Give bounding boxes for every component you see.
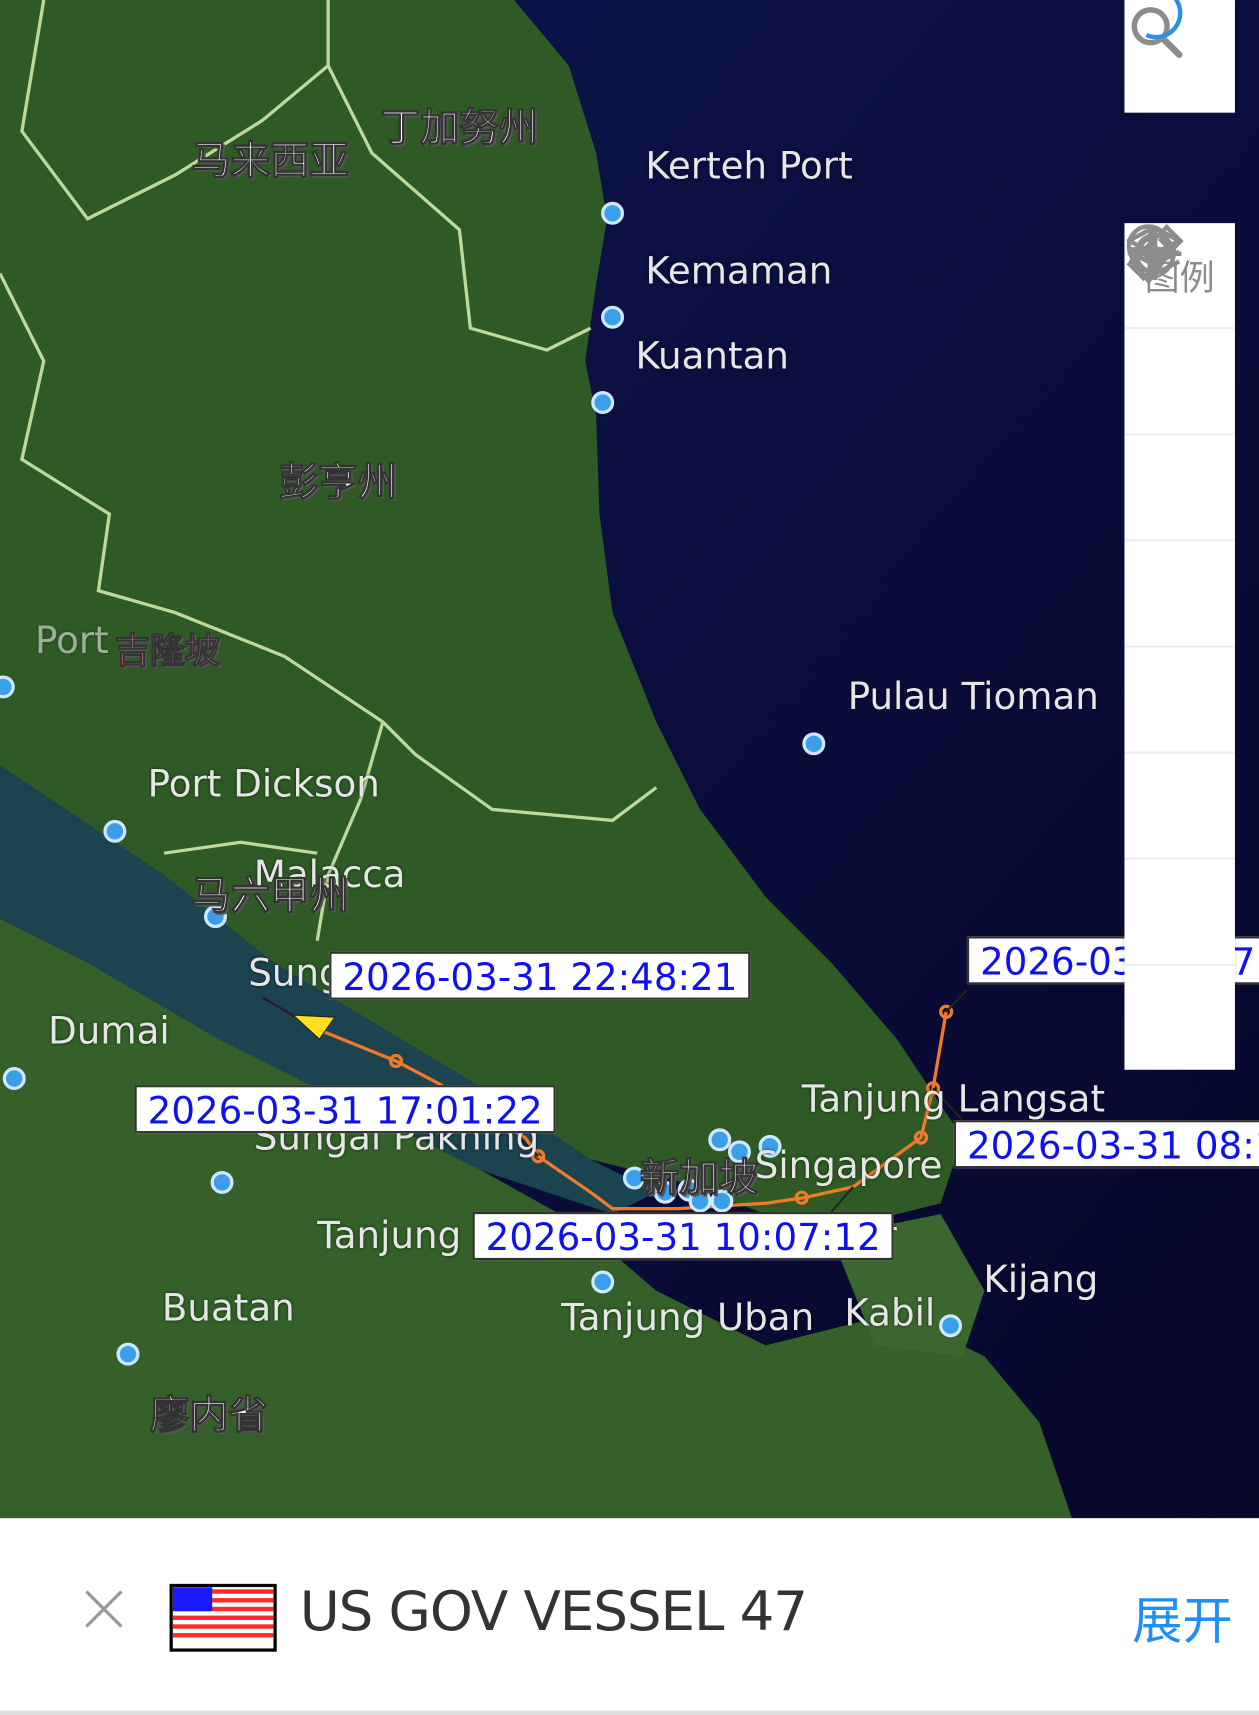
vessel-info-bar: US GOV VESSEL 47 展开 <box>0 1518 1259 1711</box>
region-label: 丁加努州 <box>380 106 539 152</box>
region-label: 新加坡 <box>639 1156 759 1202</box>
place-label: Singapore <box>754 1144 943 1188</box>
expand-button[interactable]: 展开 <box>1132 1582 1233 1654</box>
us-flag-icon <box>169 1583 277 1652</box>
place-label: Buatan <box>161 1286 295 1331</box>
scrollbar[interactable] <box>0 1710 1259 1715</box>
vessel-name: US GOV VESSEL 47 <box>299 1579 808 1643</box>
place-label: Dumai <box>48 1009 170 1054</box>
map-view[interactable]: 丁加努州 马来西亚 彭亨州 Port 吉隆坡 Kerteh Port Kemam… <box>0 0 1259 1519</box>
close-icon[interactable] <box>83 1588 125 1630</box>
zoom-in-button[interactable] <box>1124 226 1235 966</box>
place-label: Pulau Tioman <box>847 674 1099 719</box>
search-button[interactable] <box>1124 0 1235 113</box>
zoom-out-button[interactable] <box>1124 247 1234 1070</box>
zoom-out-icon <box>1127 247 1176 254</box>
place-label: Kijang <box>983 1257 1099 1302</box>
place-label: Kuantan <box>635 334 789 379</box>
locate-button[interactable] <box>1124 227 1235 860</box>
track-time-label[interactable]: 2026-03-31 17:01:22 <box>134 1085 556 1134</box>
location-button[interactable] <box>1124 224 1235 542</box>
place-label: Kemaman <box>645 249 833 294</box>
ruler-button[interactable] <box>1124 224 1235 648</box>
place-label: Kerteh Port <box>645 144 853 189</box>
region-label: 马六甲州 <box>191 873 350 919</box>
track-time-label[interactable]: 2026-03-31 10:07:12 <box>472 1211 894 1261</box>
place-label: Tanjung Uban <box>561 1296 815 1340</box>
measure-point-button[interactable] <box>1124 227 1235 754</box>
region-label: 马来西亚 <box>191 138 350 184</box>
place-label: Kabil <box>844 1291 936 1336</box>
place-label: Port <box>35 619 109 663</box>
region-label: 彭亨州 <box>278 460 398 506</box>
region-label: 吉隆坡 <box>114 629 220 672</box>
track-time-label[interactable]: 2026-03-31 22:48:21 <box>329 951 751 1000</box>
place-label: Tanjung Langsat <box>801 1077 1106 1122</box>
layers-button[interactable] <box>1124 225 1235 436</box>
loading-spinner-icon <box>1145 0 1183 40</box>
map-toolbar: 图例 <box>1124 223 1235 1070</box>
place-label: Port Dickson <box>147 762 380 807</box>
place-label: Tanjung <box>317 1214 462 1258</box>
track-time-label[interactable]: 2026-03-31 08:1 <box>953 1120 1259 1169</box>
region-label: 廖内省 <box>149 1393 269 1439</box>
